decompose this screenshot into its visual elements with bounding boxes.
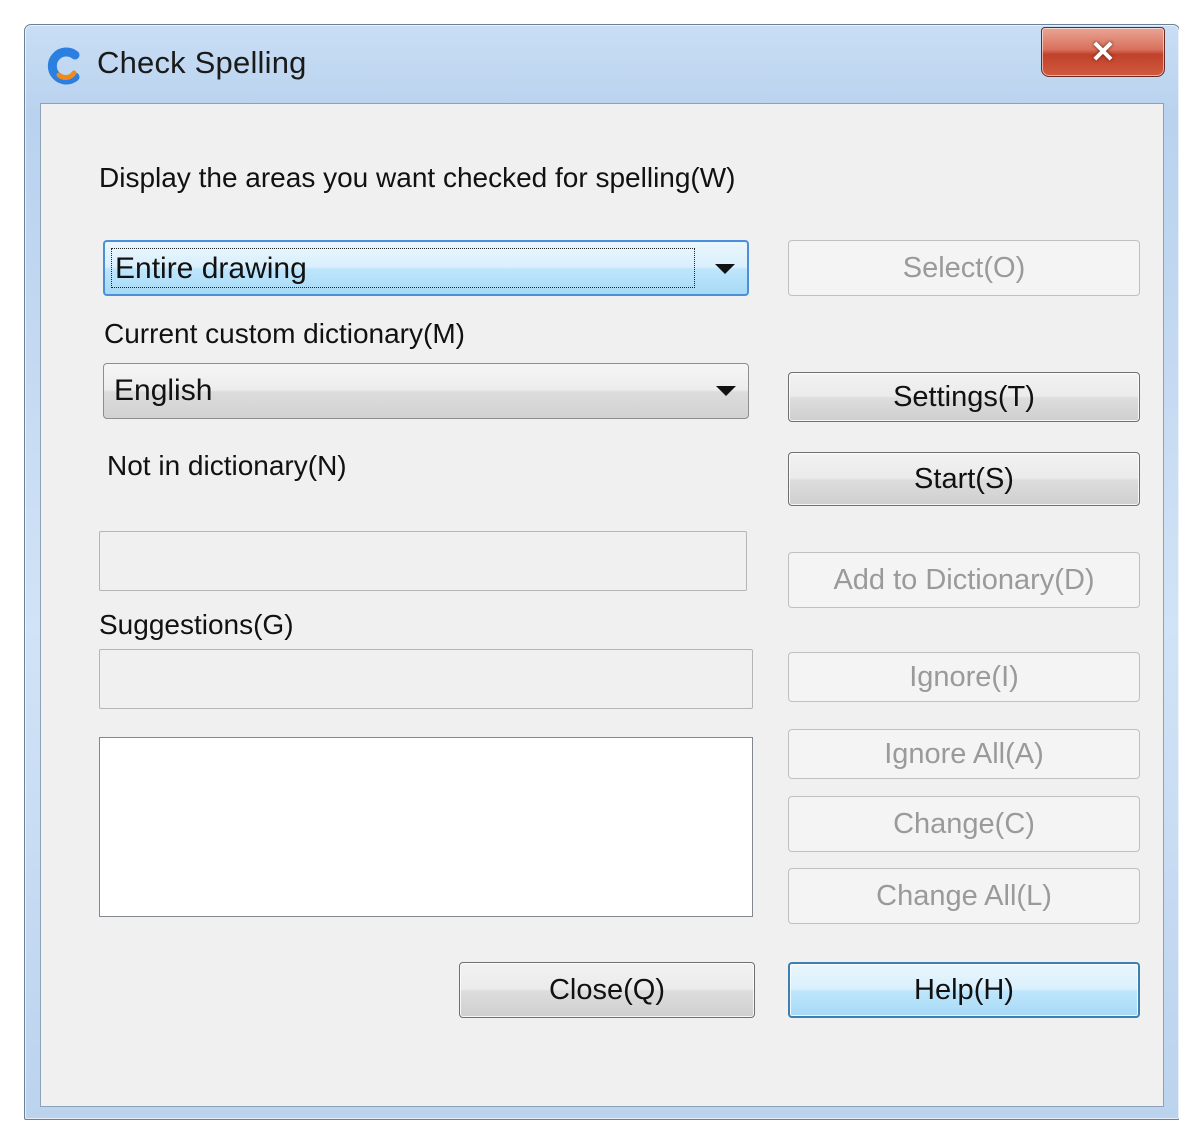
ignore-all-button[interactable]: Ignore All(A) [788,729,1140,779]
areas-dropdown[interactable]: Entire drawing [103,240,749,296]
areas-label: Display the areas you want checked for s… [99,162,736,193]
change-all-button[interactable]: Change All(L) [788,868,1140,924]
change-button[interactable]: Change(C) [788,796,1140,852]
app-logo-icon [47,47,80,85]
chevron-down-icon [716,386,736,396]
settings-button[interactable]: Settings(T) [788,372,1140,422]
add-to-dictionary-button[interactable]: Add to Dictionary(D) [788,552,1140,608]
suggestions-list[interactable] [99,737,753,917]
help-button[interactable]: Help(H) [788,962,1140,1018]
window-title: Check Spelling [97,45,307,80]
close-icon: ✕ [1090,35,1116,69]
dictionary-dropdown[interactable]: English [103,363,749,419]
chevron-down-icon [715,264,735,274]
not-in-dictionary-label: Not in dictionary(N) [107,450,347,481]
close-window-button[interactable]: ✕ [1041,27,1165,77]
select-button[interactable]: Select(O) [788,240,1140,296]
areas-dropdown-value: Entire drawing [115,252,307,285]
check-spelling-dialog: Check Spelling ✕ Display the areas you w… [24,24,1179,1120]
title-bar[interactable]: Check Spelling ✕ [25,25,1179,103]
dialog-body: Display the areas you want checked for s… [40,103,1164,1107]
suggestions-label: Suggestions(G) [99,609,294,640]
not-in-dictionary-field [99,531,747,591]
dictionary-dropdown-value: English [114,374,213,407]
start-button[interactable]: Start(S) [788,452,1140,506]
suggestion-input [99,649,753,709]
close-button[interactable]: Close(Q) [459,962,755,1018]
ignore-button[interactable]: Ignore(I) [788,652,1140,702]
dictionary-label: Current custom dictionary(M) [104,318,465,349]
